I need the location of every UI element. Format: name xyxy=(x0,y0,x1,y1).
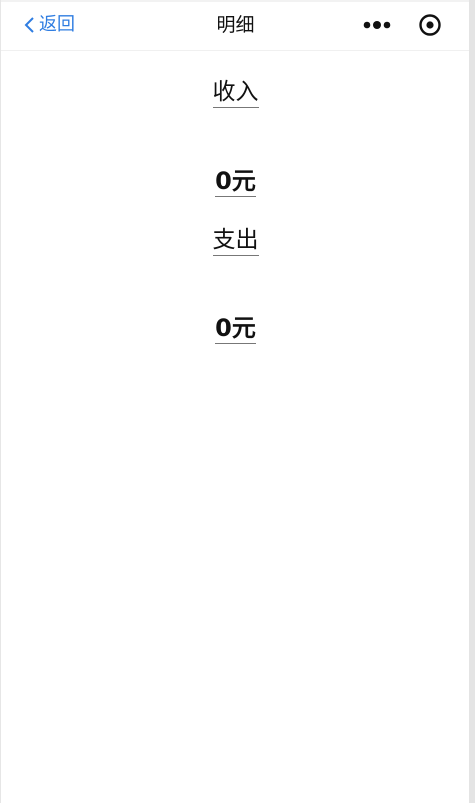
income-amount: 0元 xyxy=(215,167,256,197)
navigation-bar: 返回 明细 xyxy=(1,0,470,51)
income-amount-row: 0元 xyxy=(1,166,470,197)
income-label-row: 收入 xyxy=(1,77,470,108)
close-miniprogram-button[interactable] xyxy=(415,10,445,40)
income-label: 收入 xyxy=(212,77,259,108)
right-scroll-edge xyxy=(469,0,475,803)
expense-label-row: 支出 xyxy=(1,225,470,256)
expense-amount-row: 0元 xyxy=(1,313,470,344)
expense-amount: 0元 xyxy=(215,314,256,344)
page-title: 明细 xyxy=(216,14,255,36)
more-dots-icon xyxy=(363,21,391,29)
app-screen: 返回 明细 收入 0元 支出 0元 xyxy=(0,0,470,803)
target-circle-icon xyxy=(419,14,441,36)
expense-label: 支出 xyxy=(212,225,259,256)
more-button[interactable] xyxy=(359,14,395,36)
